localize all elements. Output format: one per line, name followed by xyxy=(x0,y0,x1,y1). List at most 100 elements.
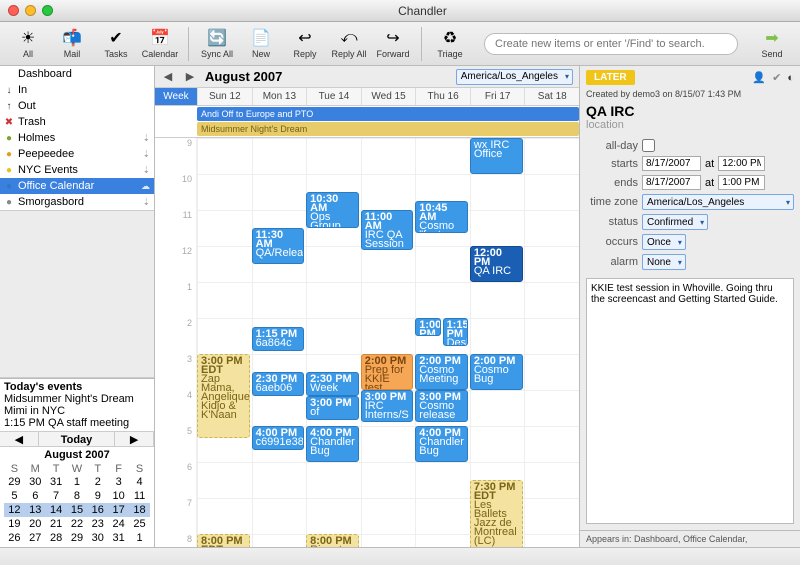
new-button-icon: 📄 xyxy=(251,28,271,48)
triage-badge[interactable]: LATER xyxy=(586,70,635,85)
mini-calendar[interactable]: August 2007 SMTWTFS293031123456789101112… xyxy=(0,447,154,547)
sync-all-button[interactable]: 🔄Sync All xyxy=(195,24,239,64)
reply-all-button[interactable]: ⤺Reply All xyxy=(327,24,371,64)
next-week-button[interactable]: ▶ xyxy=(183,70,197,83)
week-button[interactable]: Week xyxy=(155,88,197,105)
calendar-event[interactable]: 3:00 PMof xyxy=(306,396,359,420)
allday-event[interactable]: Andi Off to Europe and PTO xyxy=(197,107,579,121)
forward-button-icon: ↪ xyxy=(383,28,403,48)
calendar-event[interactable]: 3:00 PMCosmo release xyxy=(415,390,468,422)
today-events-panel: Today's events Midsummer Night's DreamMi… xyxy=(0,378,154,431)
triage-button[interactable]: ♻Triage xyxy=(428,24,472,64)
ends-date-input[interactable] xyxy=(642,175,701,190)
mini-calendar-title: August 2007 xyxy=(4,449,150,461)
allday-checkbox[interactable] xyxy=(642,139,655,152)
collection-dashboard[interactable]: Dashboard xyxy=(0,66,154,82)
mail-button[interactable]: 📬Mail xyxy=(50,24,94,64)
search-field[interactable] xyxy=(484,33,738,55)
calendar-event[interactable]: 2:30 PM6aeb06 xyxy=(252,372,305,396)
calendar-event[interactable]: 2:00 PMPrep for KKIE test xyxy=(361,354,414,390)
collection-office-calendar[interactable]: ●Office Calendar☁ xyxy=(0,178,154,194)
calendar-event[interactable]: 8:00 PM EDTCaribbea Music (LC) xyxy=(197,534,250,547)
reply-all-button-icon: ⤺ xyxy=(339,28,359,48)
all-button-icon: ☀ xyxy=(18,28,38,48)
alarm-select[interactable]: None xyxy=(642,254,686,270)
forward-button[interactable]: ↪Forward xyxy=(371,24,415,64)
today-button[interactable]: Today xyxy=(39,432,116,446)
calendar-event[interactable]: 11:00 AMIRC QA Session xyxy=(361,210,414,250)
calendar-event[interactable]: 3:00 PMIRC Interns/S xyxy=(361,390,414,422)
next-day-button[interactable]: ▶ xyxy=(115,432,154,446)
today-event-line[interactable]: Mimi in NYC xyxy=(4,405,150,417)
calendar-event[interactable]: 4:00 PMc6991e38 xyxy=(252,426,305,450)
collection-nyc-events[interactable]: ●NYC Events⇣ xyxy=(0,162,154,178)
triage-button-icon: ♻ xyxy=(440,28,460,48)
starts-time-input[interactable] xyxy=(718,156,765,171)
calendar-event[interactable]: 8:00 PMRiver to River Festival Movie Nig… xyxy=(306,534,359,547)
day-header[interactable]: Wed 15 xyxy=(361,88,416,105)
mail-button-icon: 📬 xyxy=(62,28,82,48)
calendar-view: ◀ ▶ August 2007 America/Los_Angeles Week… xyxy=(155,66,580,547)
search-input[interactable] xyxy=(484,33,738,55)
calendar-grid[interactable]: 910111212345678 3:00 PM EDTZap Mama, Ang… xyxy=(155,138,579,547)
collection-peepeedee[interactable]: ●Peepeedee⇣ xyxy=(0,146,154,162)
day-header[interactable]: Tue 14 xyxy=(306,88,361,105)
calendar-event[interactable]: 3:00 PM EDTZap Mama, Angelique Kidjo & K… xyxy=(197,354,250,438)
calendar-button[interactable]: 📅Calendar xyxy=(138,24,182,64)
day-header[interactable]: Sat 18 xyxy=(524,88,579,105)
today-event-line[interactable]: Midsummer Night's Dream xyxy=(4,393,150,405)
calendar-event[interactable]: 11:30 AMQA/Relea xyxy=(252,228,305,264)
calendar-event[interactable]: 2:00 PMCosmo Meeting xyxy=(415,354,468,390)
collection-list: Dashboard↓In↑Out✖Trash●Holmes⇣●Peepeedee… xyxy=(0,66,154,210)
ends-time-input[interactable] xyxy=(718,175,765,190)
new-button[interactable]: 📄New xyxy=(239,24,283,64)
user-icon[interactable]: 👤 xyxy=(752,71,766,84)
today-header: Today's events xyxy=(4,381,150,393)
all-button[interactable]: ☀All xyxy=(6,24,50,64)
calendar-event[interactable]: 2:00 PMCosmo Bug xyxy=(470,354,523,390)
calendar-event[interactable]: 1:15 PM6a864c xyxy=(252,327,305,351)
clock-icon[interactable]: ◐ xyxy=(787,72,794,84)
prev-day-button[interactable]: ◀ xyxy=(0,432,39,446)
calendar-event[interactable]: 10:30 AMOps Group xyxy=(306,192,359,228)
today-event-line[interactable]: 1:15 PM QA staff meeting xyxy=(4,417,150,429)
toolbar-separator xyxy=(421,27,422,61)
calendar-event[interactable]: 1:15 PMDeskto xyxy=(443,318,468,346)
minimize-icon[interactable] xyxy=(25,5,36,16)
calendar-event[interactable]: 10:45 AMCosmo "fast xyxy=(415,201,468,233)
collection-smorgasbord[interactable]: ●Smorgasbord⇣ xyxy=(0,194,154,210)
calendar-event[interactable]: 1:00 PM xyxy=(415,318,440,336)
calendar-event[interactable]: wx IRC Office xyxy=(470,138,523,174)
collection-trash[interactable]: ✖Trash xyxy=(0,114,154,130)
event-title[interactable]: QA IRC xyxy=(580,103,800,119)
calendar-event[interactable]: 12:00 PMQA IRC xyxy=(470,246,523,282)
calendar-event[interactable]: 2:30 PMWeek xyxy=(306,372,359,396)
collection-holmes[interactable]: ●Holmes⇣ xyxy=(0,130,154,146)
allday-event[interactable]: Midsummer Night's Dream xyxy=(197,122,579,136)
titlebar: Chandler xyxy=(0,0,800,22)
day-header[interactable]: Thu 16 xyxy=(415,88,470,105)
collection-out[interactable]: ↑Out xyxy=(0,98,154,114)
collection-in[interactable]: ↓In xyxy=(0,82,154,98)
status-select[interactable]: Confirmed xyxy=(642,214,708,230)
day-header[interactable]: Fri 17 xyxy=(470,88,525,105)
send-button[interactable]: ➡ Send xyxy=(750,24,794,64)
tasks-button[interactable]: ✔Tasks xyxy=(94,24,138,64)
starts-date-input[interactable] xyxy=(642,156,701,171)
notes-field[interactable]: KKIE test session in Whoville. Going thr… xyxy=(586,278,794,524)
calendar-event[interactable]: 4:00 PMChandler Bug xyxy=(306,426,359,462)
calendar-event[interactable]: 4:00 PMChandler Bug xyxy=(415,426,468,462)
location-field[interactable]: location xyxy=(580,119,800,137)
prev-week-button[interactable]: ◀ xyxy=(161,70,175,83)
day-header[interactable]: Sun 12 xyxy=(197,88,252,105)
close-icon[interactable] xyxy=(8,5,19,16)
calendar-event[interactable]: 7:30 PM EDTLes Ballets Jazz de Montreal … xyxy=(470,480,523,547)
zoom-icon[interactable] xyxy=(42,5,53,16)
day-header[interactable]: Mon 13 xyxy=(252,88,307,105)
check-icon[interactable]: ✔ xyxy=(772,71,781,84)
occurs-select[interactable]: Once xyxy=(642,234,686,250)
timezone-select-detail[interactable]: America/Los_Angeles xyxy=(642,194,794,210)
month-label: August 2007 xyxy=(205,69,282,84)
timezone-select[interactable]: America/Los_Angeles xyxy=(456,69,573,85)
reply-button[interactable]: ↩Reply xyxy=(283,24,327,64)
